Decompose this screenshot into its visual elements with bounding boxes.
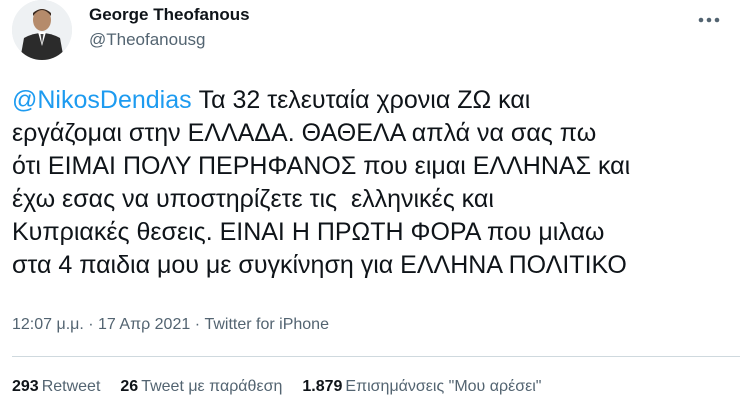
quotes-label: Tweet με παράθεση (141, 378, 283, 395)
divider (12, 356, 740, 357)
retweets-count: 293 (12, 378, 39, 395)
tweet-metadata: 12:07 μ.μ. · 17 Απρ 2021 · Twitter for i… (12, 314, 329, 336)
avatar-image (12, 0, 72, 60)
meta-separator: · (83, 316, 99, 333)
tweet-text-line: ότι ΕΙΜΑΙ ΠΟΛΥ ΠΕΡΗΦΑΝΟΣ που ειμαι ΕΛΛΗΝ… (12, 152, 631, 180)
tweet-text: @NikosDendias Τα 32 τελευταία χρονια ΖΩ … (12, 84, 732, 282)
retweets-stat[interactable]: 293 Retweet (12, 376, 100, 398)
tweet-time[interactable]: 12:07 μ.μ. (12, 316, 84, 333)
author-handle[interactable]: @Theofanousg (89, 29, 206, 51)
tweet-text-line: έχω εσας να υποστηρίζετε τις ελληνικές κ… (12, 185, 494, 213)
quotes-count: 26 (120, 378, 139, 395)
tweet-text-line: εργάζομαι στην ΕΛΛΑΔΑ. ΘΑΘΕΛΑ απλά να σα… (12, 119, 597, 147)
avatar[interactable] (12, 0, 72, 60)
tweet-source[interactable]: Twitter for iPhone (204, 316, 329, 333)
tweet-text-line: στα 4 παιδια μου με συγκίνηση για ΕΛΛΗΝΑ… (12, 251, 627, 279)
retweets-label: Retweet (41, 378, 101, 395)
tweet-card: George Theofanous @Theofanousg @NikosDen… (0, 0, 740, 406)
tweet-text-segment: Τα 32 τελευταία χρονια ΖΩ και (191, 86, 531, 114)
author-display-name[interactable]: George Theofanous (89, 4, 250, 26)
quotes-stat[interactable]: 26 Tweet με παράθεση (120, 376, 282, 398)
likes-count: 1.879 (302, 378, 343, 395)
more-horizontal-icon (698, 17, 720, 23)
meta-separator: · (190, 316, 205, 333)
tweet-text-line: Κυπριακές θεσεις. ΕΙΝΑΙ Η ΠΡΩΤΗ ΦΟΡΑ που… (12, 218, 605, 246)
likes-stat[interactable]: 1.879 Επισημάνσεις "Μου αρέσει" (302, 376, 541, 398)
more-options-button[interactable] (693, 6, 725, 34)
likes-label: Επισημάνσεις "Μου αρέσει" (345, 378, 542, 395)
tweet-stats: 293 Retweet 26 Tweet με παράθεση 1.879 Επισημ… (12, 376, 561, 398)
mention-link[interactable]: @NikosDendias (12, 86, 192, 114)
tweet-date[interactable]: 17 Απρ 2021 (98, 316, 190, 333)
tweet-text-line: @NikosDendias Τα 32 τελευταία χρονια ΖΩ … (12, 84, 732, 117)
